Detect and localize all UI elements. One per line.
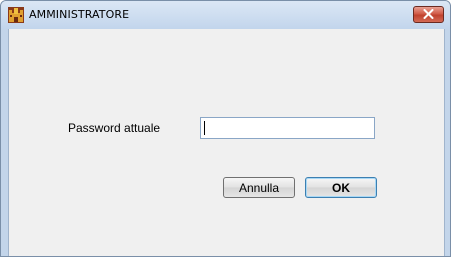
ok-button[interactable]: OK (305, 177, 377, 198)
close-icon (423, 6, 434, 24)
castle-icon (8, 7, 24, 23)
dialog-body (8, 29, 445, 256)
window-title: AMMINISTRATORE (29, 8, 130, 21)
password-label: Password attuale (68, 121, 161, 135)
text-caret (204, 121, 205, 135)
dialog-window: AMMINISTRATORE Password attuale Annulla … (0, 0, 451, 257)
password-input[interactable] (200, 117, 375, 139)
cancel-button[interactable]: Annulla (223, 177, 295, 198)
close-button[interactable] (413, 6, 444, 23)
title-bar[interactable]: AMMINISTRATORE (1, 1, 450, 29)
